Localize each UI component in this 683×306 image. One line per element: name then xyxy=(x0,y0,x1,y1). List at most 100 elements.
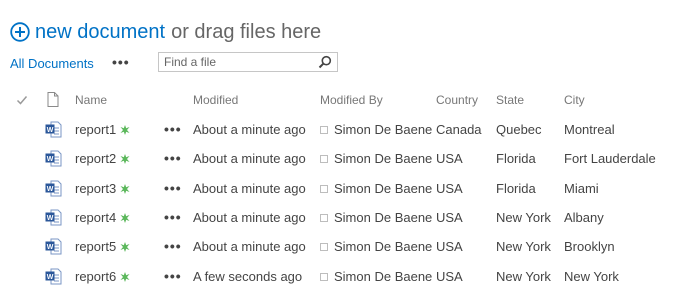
file-name-link[interactable]: report1 xyxy=(75,122,116,137)
file-name-link[interactable]: report6 xyxy=(75,269,116,284)
new-item-icon xyxy=(120,184,130,194)
search-icon[interactable] xyxy=(318,55,332,69)
new-item-icon xyxy=(120,125,130,135)
modified-cell: A few seconds ago xyxy=(193,269,303,284)
column-header-state[interactable]: State xyxy=(496,88,524,112)
file-name-link[interactable]: report4 xyxy=(75,210,116,225)
find-file-input[interactable] xyxy=(159,53,314,71)
svg-text:W: W xyxy=(47,274,54,281)
drag-files-hint: or drag files here xyxy=(171,20,322,43)
column-header-modified-by[interactable]: Modified By xyxy=(320,88,383,112)
name-cell: report4 xyxy=(75,204,130,232)
word-document-icon: W xyxy=(45,121,62,138)
item-menu-ellipsis-icon[interactable]: ••• xyxy=(164,175,182,201)
svg-text:W: W xyxy=(47,244,54,251)
state-cell: New York xyxy=(496,210,551,225)
search-box xyxy=(158,52,338,72)
modified-cell: About a minute ago xyxy=(193,122,306,137)
city-cell: Fort Lauderdale xyxy=(564,151,656,166)
view-selector: All Documents ••• xyxy=(10,54,129,71)
country-cell: USA xyxy=(436,181,463,196)
name-cell: report3 xyxy=(75,175,130,203)
modified-by-link[interactable]: Simon De Baene xyxy=(334,269,432,284)
country-cell: USA xyxy=(436,151,463,166)
modified-by-cell: Simon De Baene xyxy=(320,204,432,232)
city-cell: New York xyxy=(564,269,619,284)
more-views-ellipsis-icon[interactable]: ••• xyxy=(112,54,130,70)
file-name-link[interactable]: report5 xyxy=(75,239,116,254)
country-cell: USA xyxy=(436,239,463,254)
new-item-icon xyxy=(120,272,130,282)
file-name-link[interactable]: report2 xyxy=(75,151,116,166)
name-cell: report1 xyxy=(75,116,130,144)
table-row[interactable]: W report5 ••• About a minute ago Simon D… xyxy=(0,233,683,261)
presence-icon xyxy=(320,273,328,281)
country-cell: Canada xyxy=(436,122,482,137)
modified-cell: About a minute ago xyxy=(193,181,306,196)
svg-text:W: W xyxy=(47,215,54,222)
column-header-country[interactable]: Country xyxy=(436,88,478,112)
presence-icon xyxy=(320,155,328,163)
country-cell: USA xyxy=(436,269,463,284)
modified-by-link[interactable]: Simon De Baene xyxy=(334,239,432,254)
modified-by-link[interactable]: Simon De Baene xyxy=(334,210,432,225)
city-cell: Miami xyxy=(564,181,599,196)
upload-bar: new document or drag files here xyxy=(10,18,321,46)
modified-cell: About a minute ago xyxy=(193,239,306,254)
modified-by-cell: Simon De Baene xyxy=(320,145,432,173)
item-menu-ellipsis-icon[interactable]: ••• xyxy=(164,204,182,230)
column-header-modified[interactable]: Modified xyxy=(193,88,238,112)
presence-icon xyxy=(320,126,328,134)
file-type-icon xyxy=(47,92,59,107)
table-row[interactable]: W report2 ••• About a minute ago Simon D… xyxy=(0,145,683,173)
modified-by-link[interactable]: Simon De Baene xyxy=(334,151,432,166)
table-row[interactable]: W report6 ••• A few seconds ago Simon De… xyxy=(0,263,683,291)
name-cell: report6 xyxy=(75,263,130,291)
plus-circle-icon[interactable] xyxy=(10,22,30,42)
modified-by-cell: Simon De Baene xyxy=(320,116,432,144)
modified-by-link[interactable]: Simon De Baene xyxy=(334,181,432,196)
table-row[interactable]: W report3 ••• About a minute ago Simon D… xyxy=(0,175,683,203)
name-cell: report5 xyxy=(75,233,130,261)
modified-by-link[interactable]: Simon De Baene xyxy=(334,122,432,137)
new-item-icon xyxy=(120,242,130,252)
modified-by-cell: Simon De Baene xyxy=(320,233,432,261)
state-cell: New York xyxy=(496,239,551,254)
state-cell: Florida xyxy=(496,181,536,196)
country-cell: USA xyxy=(436,210,463,225)
table-row[interactable]: W report4 ••• About a minute ago Simon D… xyxy=(0,204,683,232)
word-document-icon: W xyxy=(45,268,62,285)
table-row[interactable]: W report1 ••• About a minute ago Simon D… xyxy=(0,116,683,144)
city-cell: Brooklyn xyxy=(564,239,615,254)
item-menu-ellipsis-icon[interactable]: ••• xyxy=(164,145,182,171)
column-header-name[interactable]: Name xyxy=(75,88,107,112)
state-cell: Florida xyxy=(496,151,536,166)
item-menu-ellipsis-icon[interactable]: ••• xyxy=(164,263,182,289)
item-menu-ellipsis-icon[interactable]: ••• xyxy=(164,233,182,259)
view-all-documents[interactable]: All Documents xyxy=(10,56,94,71)
svg-text:W: W xyxy=(47,156,54,163)
state-cell: New York xyxy=(496,269,551,284)
column-header-city[interactable]: City xyxy=(564,88,585,112)
file-name-link[interactable]: report3 xyxy=(75,181,116,196)
new-item-icon xyxy=(120,213,130,223)
name-cell: report2 xyxy=(75,145,130,173)
presence-icon xyxy=(320,185,328,193)
word-document-icon: W xyxy=(45,209,62,226)
modified-by-cell: Simon De Baene xyxy=(320,175,432,203)
state-cell: Quebec xyxy=(496,122,542,137)
new-item-icon xyxy=(120,154,130,164)
svg-text:W: W xyxy=(47,186,54,193)
item-menu-ellipsis-icon[interactable]: ••• xyxy=(164,116,182,142)
select-all-checkmark-icon[interactable] xyxy=(16,94,28,106)
new-document-link[interactable]: new document xyxy=(35,21,165,44)
presence-icon xyxy=(320,243,328,251)
modified-cell: About a minute ago xyxy=(193,210,306,225)
modified-cell: About a minute ago xyxy=(193,151,306,166)
city-cell: Albany xyxy=(564,210,604,225)
city-cell: Montreal xyxy=(564,122,615,137)
word-document-icon: W xyxy=(45,180,62,197)
svg-text:W: W xyxy=(47,127,54,134)
word-document-icon: W xyxy=(45,150,62,167)
word-document-icon: W xyxy=(45,238,62,255)
